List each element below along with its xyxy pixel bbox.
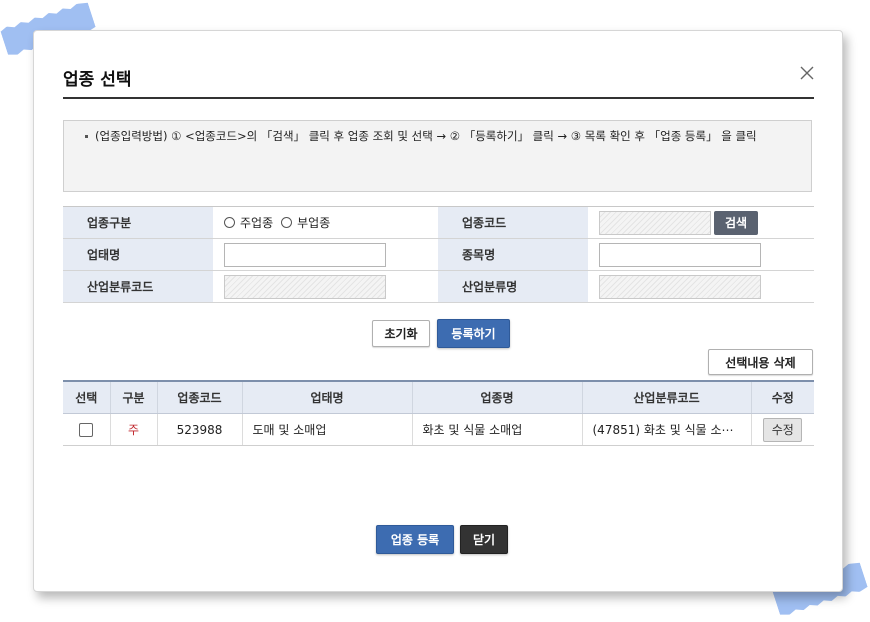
business-form-label: 업태명 bbox=[63, 239, 213, 270]
form-row: 산업분류코드 산업분류명 bbox=[63, 271, 814, 303]
column-header: 구분 bbox=[109, 380, 157, 414]
industry-code-input bbox=[224, 274, 386, 299]
close-icon[interactable] bbox=[799, 65, 815, 81]
close-button[interactable]: 닫기 bbox=[460, 525, 508, 554]
radio-sub-business[interactable]: 부업종 bbox=[281, 214, 330, 231]
radio-sub-label: 부업종 bbox=[297, 216, 331, 230]
row-type: 주 bbox=[109, 413, 157, 446]
submit-business-button[interactable]: 업종 등록 bbox=[376, 525, 454, 554]
dialog-title: 업종 선택 bbox=[63, 70, 132, 90]
search-button[interactable]: 검색 bbox=[714, 210, 759, 235]
industry-code-label: 산업분류코드 bbox=[63, 271, 213, 302]
business-type-label: 업종구분 bbox=[63, 207, 213, 238]
reset-button[interactable]: 초기화 bbox=[372, 320, 430, 347]
delete-selected-button[interactable]: 선택내용 삭제 bbox=[708, 349, 813, 375]
radio-main-business[interactable]: 주업종 bbox=[224, 214, 273, 231]
column-header: 업종명 bbox=[411, 380, 582, 414]
radio-button[interactable] bbox=[281, 217, 293, 228]
row-business-form: 도매 및 소매업 bbox=[241, 413, 412, 446]
column-header: 업태명 bbox=[241, 380, 412, 414]
column-header: 업종코드 bbox=[156, 380, 242, 414]
item-input[interactable] bbox=[599, 242, 761, 267]
business-form-input[interactable] bbox=[224, 242, 386, 267]
item-label: 종목명 bbox=[438, 239, 588, 270]
column-header: 수정 bbox=[750, 380, 814, 414]
register-button[interactable]: 등록하기 bbox=[437, 319, 510, 348]
table-header-row: 선택 구분 업종코드 업태명 업종명 산업분류코드 수정 bbox=[63, 380, 814, 414]
bullet-icon bbox=[85, 135, 88, 138]
business-list-table: 선택 구분 업종코드 업태명 업종명 산업분류코드 수정 주 523988 도매… bbox=[63, 380, 814, 446]
business-code-cell: 검색 bbox=[588, 207, 813, 238]
instruction-box: (업종입력방법) ① <업종코드>의 「검색」 클릭 후 업종 조회 및 선택 … bbox=[63, 120, 812, 192]
industry-name-input bbox=[599, 274, 761, 299]
radio-main-label: 주업종 bbox=[240, 216, 274, 230]
table-row: 주 523988 도매 및 소매업 화초 및 식물 소매업 (47851) 화초… bbox=[63, 413, 814, 446]
instruction-text: (업종입력방법) ① <업종코드>의 「검색」 클릭 후 업종 조회 및 선택 … bbox=[95, 129, 757, 143]
edit-button[interactable]: 수정 bbox=[763, 417, 803, 442]
form-row: 업종구분 주업종 부업종 업종코드 검색 bbox=[63, 207, 814, 239]
industry-name-label: 산업분류명 bbox=[438, 271, 588, 302]
row-industry-code: (47851) 화초 및 식물 소⋯ bbox=[581, 413, 751, 446]
business-type-dialog: 업종 선택 (업종입력방법) ① <업종코드>의 「검색」 클릭 후 업종 조회… bbox=[33, 30, 843, 592]
title-divider bbox=[63, 97, 814, 99]
radio-button[interactable] bbox=[224, 217, 235, 228]
column-header: 산업분류코드 bbox=[581, 380, 751, 414]
column-header: 선택 bbox=[63, 380, 110, 414]
form-row: 업태명 종목명 bbox=[63, 239, 814, 271]
business-code-input bbox=[599, 210, 711, 235]
business-type-radios: 주업종 부업종 bbox=[213, 207, 438, 238]
business-code-label: 업종코드 bbox=[438, 207, 588, 238]
row-checkbox[interactable] bbox=[79, 422, 94, 437]
search-form: 업종구분 주업종 부업종 업종코드 검색 업태명 종목명 산업분류코드 산업분류… bbox=[63, 206, 814, 303]
row-business-name: 화초 및 식물 소매업 bbox=[411, 413, 582, 446]
row-business-code: 523988 bbox=[156, 413, 242, 446]
